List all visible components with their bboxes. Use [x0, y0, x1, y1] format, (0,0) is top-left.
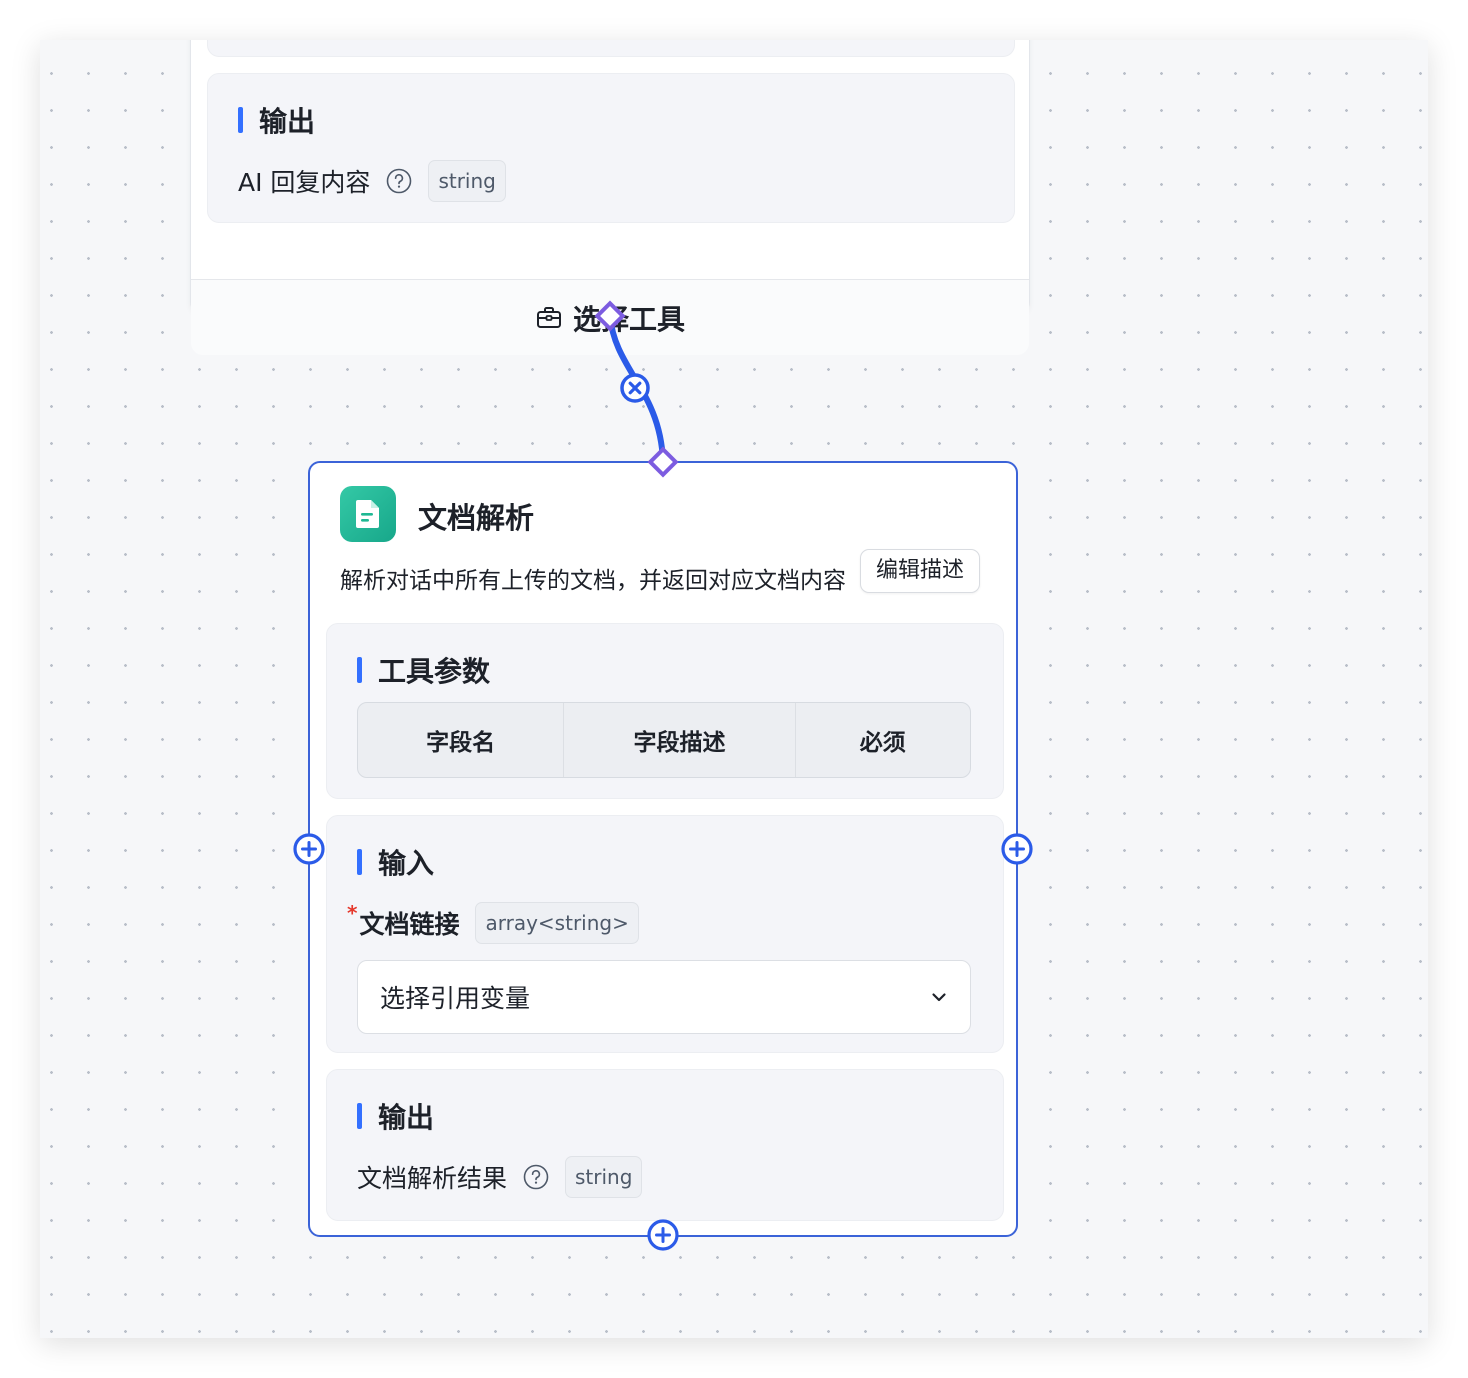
- output-var-type-tag: string: [565, 1156, 643, 1198]
- params-table-header: 字段名 字段描述 必须: [357, 702, 971, 778]
- chevron-down-icon: [932, 993, 946, 1002]
- output-variable-row: 文档解析结果 string: [357, 1156, 643, 1198]
- select-tool-label: 选择工具: [572, 302, 685, 336]
- select-placeholder: 选择引用变量: [380, 984, 531, 1013]
- output-section: 输出 文档解析结果 string: [326, 1069, 1004, 1221]
- output-title: 输出: [357, 1096, 434, 1136]
- output-section: 输出 AI 回复内容 string: [207, 73, 1015, 223]
- edit-description-button[interactable]: 编辑描述: [860, 549, 981, 593]
- target-handle-diamond[interactable]: [646, 445, 680, 479]
- output-title-text: 输出: [378, 1101, 435, 1134]
- document-link-field-label: * 文档链接 array<string>: [347, 901, 639, 944]
- output-section-title: 输出: [238, 100, 315, 140]
- tool-params-title: 工具参数: [357, 650, 490, 690]
- close-circle-icon[interactable]: [618, 371, 652, 405]
- variable-reference-select[interactable]: 选择引用变量: [357, 960, 971, 1034]
- tool-params-section: 工具参数 字段名 字段描述 必须: [326, 623, 1004, 799]
- toolbox-icon: [536, 306, 561, 328]
- question-circle-icon[interactable]: [523, 1164, 549, 1190]
- node-description: 解析对话中所有上传的文档，并返回对应文档内容: [340, 568, 846, 594]
- column-header-field-desc: 字段描述: [564, 703, 796, 777]
- section-accent-bar: [357, 849, 362, 875]
- output-var-type-tag: string: [428, 160, 506, 202]
- output-title-text: 输出: [259, 105, 316, 138]
- section-accent-bar: [238, 107, 243, 133]
- column-header-field-name: 字段名: [358, 703, 565, 777]
- workflow-canvas[interactable]: 输出 AI 回复内容 string 选择工具 文档解析 解析对话中所有上传的文档…: [40, 40, 1428, 1338]
- field-type-tag: array<string>: [475, 902, 639, 944]
- input-section: 输入 * 文档链接 array<string> 选择引用变量: [326, 815, 1004, 1053]
- column-header-required: 必须: [859, 730, 906, 756]
- tool-node-document-parse[interactable]: 文档解析 解析对话中所有上传的文档，并返回对应文档内容 编辑描述 工具参数 字段…: [308, 461, 1018, 1237]
- plus-circle-icon[interactable]: [292, 832, 326, 866]
- source-handle-diamond[interactable]: [593, 299, 627, 333]
- output-variable-row: AI 回复内容 string: [238, 160, 506, 202]
- previous-section: [207, 40, 1015, 57]
- output-var-name: AI 回复内容: [238, 168, 371, 197]
- input-title-text: 输入: [378, 847, 435, 880]
- required-asterisk: *: [347, 901, 358, 925]
- plus-circle-icon[interactable]: [1000, 832, 1034, 866]
- field-label-text: 文档链接: [359, 910, 460, 939]
- section-accent-bar: [357, 1103, 362, 1129]
- output-var-name: 文档解析结果: [357, 1164, 508, 1193]
- document-icon: [340, 486, 396, 542]
- tool-params-title-text: 工具参数: [378, 655, 491, 688]
- plus-circle-icon[interactable]: [646, 1218, 680, 1252]
- llm-node[interactable]: 输出 AI 回复内容 string 选择工具: [190, 40, 1030, 355]
- node-title: 文档解析: [418, 501, 535, 535]
- question-circle-icon[interactable]: [386, 168, 412, 194]
- section-accent-bar: [357, 657, 362, 683]
- input-title: 输入: [357, 842, 434, 882]
